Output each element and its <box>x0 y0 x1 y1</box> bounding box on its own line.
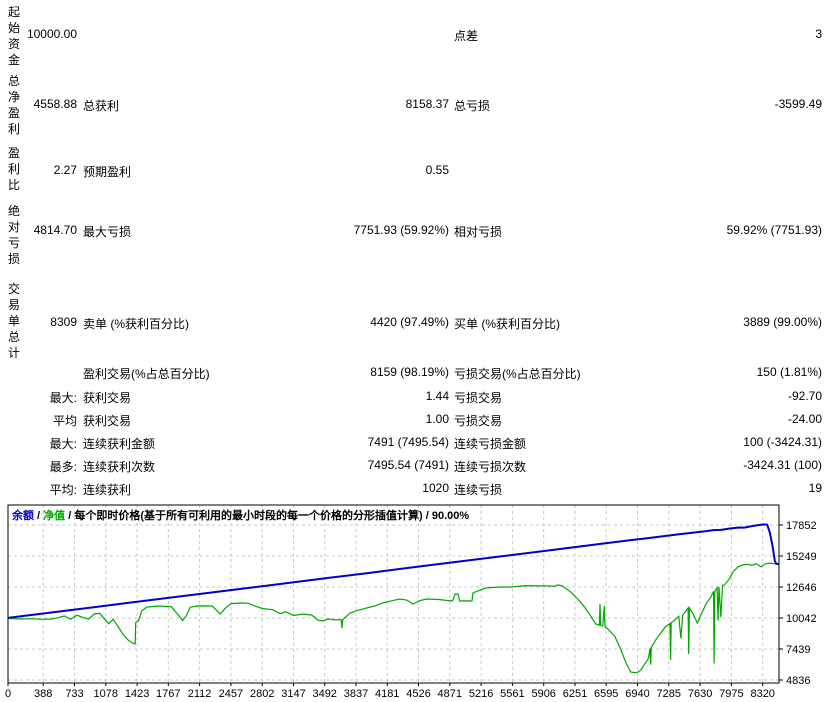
y-axis-label: 12646 <box>786 582 817 594</box>
x-axis-label: 3492 <box>312 688 336 700</box>
x-axis-label: 5561 <box>500 688 524 700</box>
x-axis-label: 3147 <box>281 688 305 700</box>
x-axis-label: 3837 <box>344 688 368 700</box>
x-axis-label: 4181 <box>375 688 399 700</box>
x-axis-label: 7285 <box>657 688 681 700</box>
x-axis-label: 5906 <box>531 688 555 700</box>
legend-separator: / <box>34 510 44 522</box>
x-axis-label: 0 <box>5 688 11 700</box>
strategy-tester-report: 起始资金 总净盈利 盈利比 绝对亏损 交易单总计 10000.00 点差 3 4… <box>0 0 828 702</box>
legend-description: / 每个即时价格(基于所有可利用的最小时段的每一个价格的分形插值计算) / 90… <box>65 510 470 522</box>
x-axis-label: 733 <box>65 688 83 700</box>
x-axis-label: 4526 <box>406 688 430 700</box>
equity-chart: 4836 7439 10042 12646 15249 17852 0 388 733 1078 1… <box>5 504 817 700</box>
y-axis-label: 10042 <box>786 613 817 625</box>
x-axis-label: 388 <box>34 688 52 700</box>
x-axis-label: 1423 <box>125 688 149 700</box>
y-axis-label: 17852 <box>786 520 817 532</box>
chart-border <box>7 504 780 684</box>
x-axis-label: 6940 <box>625 688 649 700</box>
x-axis-label: 4871 <box>438 688 462 700</box>
y-axis-label: 15249 <box>786 551 817 563</box>
x-axis-label: 2112 <box>188 688 212 700</box>
x-axis-label: 5216 <box>469 688 493 700</box>
equity-legend-label: 净值 <box>43 510 66 522</box>
x-axis-label: 8320 <box>750 688 774 700</box>
x-axis-label: 2457 <box>219 688 243 700</box>
chart-legend: 余额 / 净值 / 每个即时价格(基于所有可利用的最小时段的每一个价格的分形插值… <box>12 507 469 523</box>
x-axis-label: 7975 <box>719 688 743 700</box>
y-axis-label: 4836 <box>786 675 810 687</box>
x-axis-label: 1767 <box>156 688 180 700</box>
x-axis-label: 1078 <box>94 688 118 700</box>
x-axis-label: 6595 <box>594 688 618 700</box>
balance-line <box>7 523 780 619</box>
y-axis-label: 7439 <box>786 644 810 656</box>
balance-legend-label: 余额 <box>12 510 34 522</box>
x-axis-label: 7630 <box>688 688 712 700</box>
x-axis-label: 6251 <box>563 688 587 700</box>
x-axis-label: 2802 <box>250 688 274 700</box>
